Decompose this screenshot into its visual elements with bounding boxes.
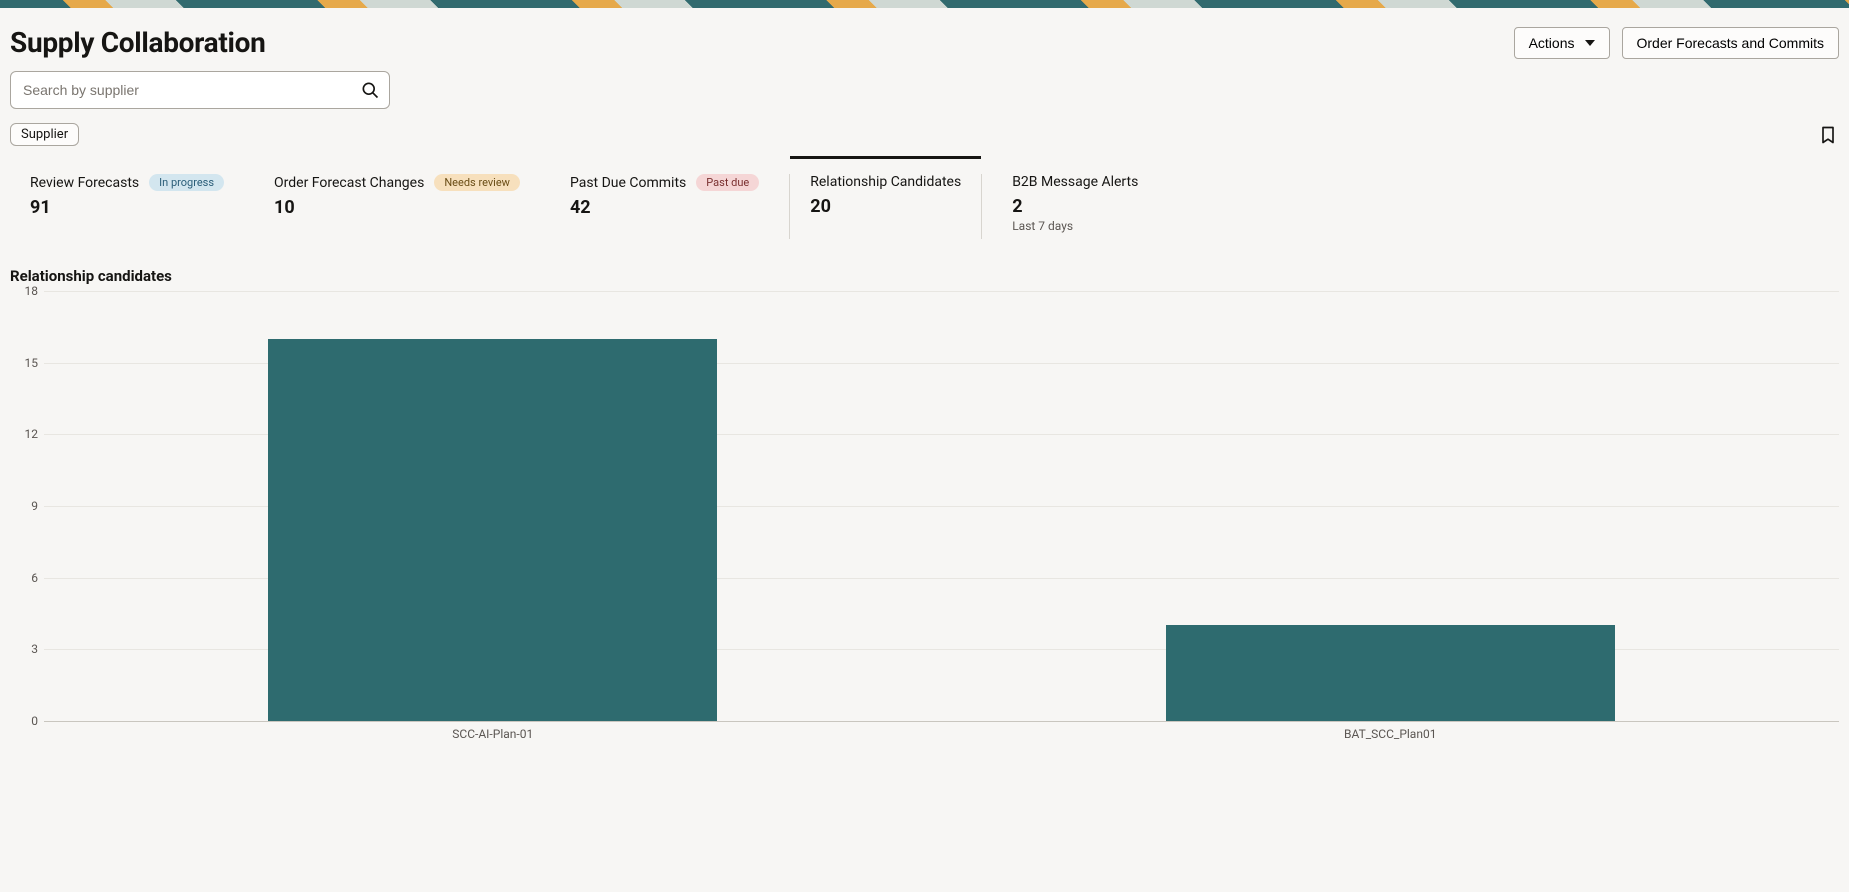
card-value: 91 (30, 197, 224, 218)
card-label: Past Due Commits (570, 175, 686, 191)
card-label: Relationship Candidates (810, 174, 961, 190)
card-b2b-message-alerts[interactable]: B2B Message Alerts 2 Last 7 days (1012, 174, 1158, 239)
chart-y-tick: 6 (12, 571, 38, 585)
order-forecasts-commits-label: Order Forecasts and Commits (1637, 35, 1825, 51)
chart-bars (44, 291, 1839, 721)
card-label: Review Forecasts (30, 175, 139, 191)
card-value: 2 (1012, 196, 1138, 217)
supplier-filter-chip-label: Supplier (21, 127, 68, 142)
section-title: Relationship candidates (10, 267, 1839, 285)
card-value: 42 (570, 197, 759, 218)
status-badge: Needs review (434, 174, 520, 191)
card-value: 10 (274, 197, 520, 218)
search-input[interactable] (10, 71, 390, 109)
chart-bar[interactable] (1166, 625, 1615, 721)
card-value: 20 (810, 196, 961, 217)
chart-x-tick: SCC-AI-Plan-01 (44, 727, 942, 741)
decorative-banner (0, 0, 1849, 8)
card-order-forecast-changes[interactable]: Order Forecast Changes Needs review 10 (274, 174, 540, 239)
chart-slot (44, 291, 942, 721)
chart-y-tick: 15 (12, 356, 38, 370)
chart-y-tick: 9 (12, 499, 38, 513)
page-title: Supply Collaboration (10, 26, 266, 59)
status-badge: Past due (696, 174, 759, 191)
summary-cards: Review Forecasts In progress 91 Order Forec… (10, 174, 1839, 239)
card-past-due-commits[interactable]: Past Due Commits Past due 42 (570, 174, 779, 239)
actions-menu-button[interactable]: Actions (1514, 27, 1610, 59)
card-subtext: Last 7 days (1012, 219, 1138, 233)
card-label: B2B Message Alerts (1012, 174, 1138, 190)
chart-y-tick: 3 (12, 642, 38, 656)
relationship-candidates-chart: 0369121518 SCC-AI-Plan-01BAT_SCC_Plan01 (10, 291, 1839, 741)
chart-slot (942, 291, 1840, 721)
chart-gridline (44, 721, 1839, 722)
chart-y-tick: 12 (12, 427, 38, 441)
card-review-forecasts[interactable]: Review Forecasts In progress 91 (30, 174, 244, 239)
supplier-filter-chip[interactable]: Supplier (10, 123, 79, 146)
search-icon[interactable] (356, 76, 384, 104)
card-label: Order Forecast Changes (274, 175, 424, 191)
chart-y-tick: 0 (12, 714, 38, 728)
status-badge: In progress (149, 174, 224, 191)
order-forecasts-commits-button[interactable]: Order Forecasts and Commits (1622, 27, 1840, 59)
bookmark-icon[interactable] (1817, 124, 1839, 146)
chart-bar[interactable] (268, 339, 717, 721)
actions-menu-label: Actions (1529, 35, 1575, 51)
chart-x-tick: BAT_SCC_Plan01 (942, 727, 1840, 741)
chevron-down-icon (1585, 40, 1595, 46)
chart-y-tick: 18 (12, 284, 38, 298)
card-relationship-candidates[interactable]: Relationship Candidates 20 (789, 174, 982, 239)
